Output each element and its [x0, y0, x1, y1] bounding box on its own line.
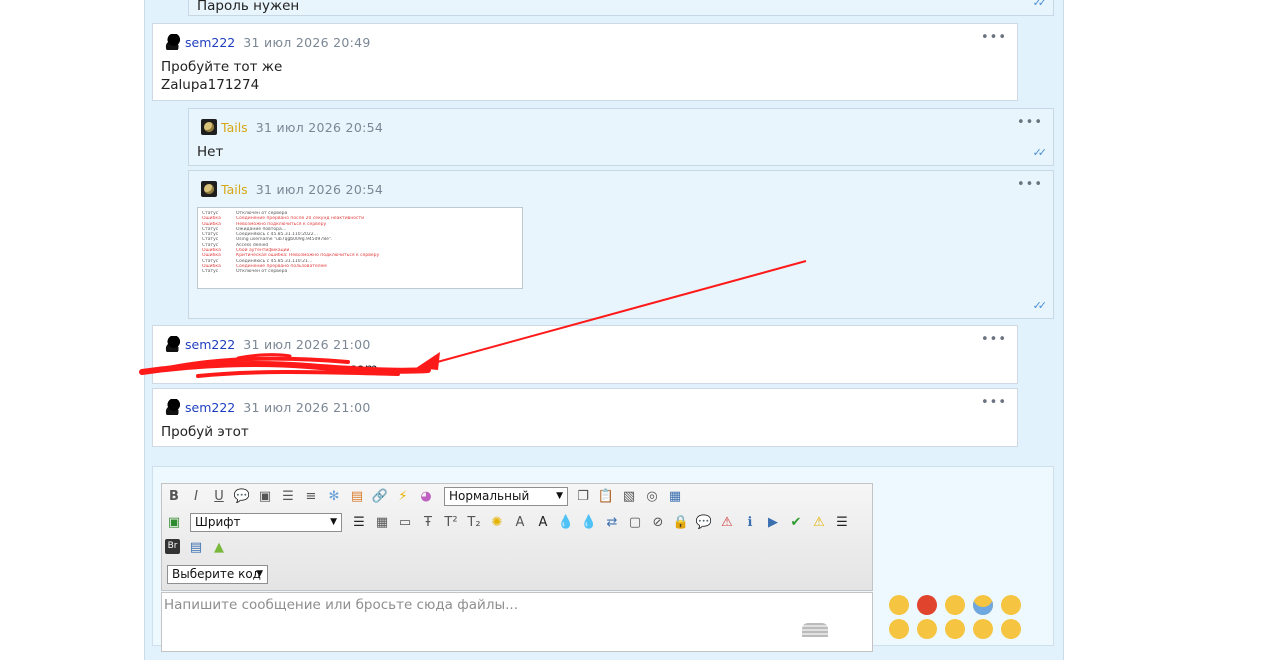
- swap-icon[interactable]: ⇄: [603, 514, 621, 532]
- br-button[interactable]: Br: [165, 539, 180, 554]
- glow-icon[interactable]: ✺: [488, 514, 506, 532]
- scared-emoji-icon[interactable]: [973, 595, 993, 615]
- sad-emoji-icon[interactable]: [945, 595, 965, 615]
- info-icon[interactable]: ℹ: [741, 514, 759, 532]
- alert-icon[interactable]: ⚠: [718, 514, 736, 532]
- smile-emoji-icon[interactable]: [917, 619, 937, 639]
- code-select-value: Выберите код: [172, 567, 261, 581]
- table-insert-icon[interactable]: ▦: [373, 514, 391, 532]
- font-size-icon[interactable]: A: [534, 514, 552, 532]
- align-center-icon[interactable]: ☰: [350, 514, 368, 532]
- warning-icon[interactable]: ⚠: [810, 514, 828, 532]
- copy-icon[interactable]: ❐: [574, 488, 592, 506]
- paste-icon[interactable]: 📋: [597, 488, 615, 506]
- message-editor: B I U 💬 ▣ ☰ ≡ ✻ ▤ 🔗 ⚡ ◕ Нормальный ▼ ❐ 📋 …: [152, 466, 1054, 652]
- user-card-icon[interactable]: ▤: [187, 539, 205, 557]
- wink-emoji-icon[interactable]: [945, 619, 965, 639]
- hidden-icon[interactable]: ⊘: [649, 514, 667, 532]
- code-icon[interactable]: ▣: [256, 488, 274, 506]
- spoiler-icon[interactable]: ✻: [325, 488, 343, 506]
- media-icon[interactable]: ▶: [764, 514, 782, 532]
- link-icon[interactable]: 🔗: [371, 488, 389, 506]
- bold-button[interactable]: B: [165, 488, 183, 506]
- superscript-icon[interactable]: T²: [442, 514, 460, 532]
- message-input[interactable]: Напишите сообщение или бросьте сюда файл…: [161, 592, 873, 652]
- format-select[interactable]: Нормальный ▼: [444, 487, 568, 506]
- terminal-icon[interactable]: ▣: [165, 514, 183, 532]
- bullet-list-icon[interactable]: ☰: [279, 488, 297, 506]
- indent-icon[interactable]: ☰: [833, 514, 851, 532]
- block-icon[interactable]: ▢: [626, 514, 644, 532]
- paste-text-icon[interactable]: ▧: [620, 488, 638, 506]
- drop-icon[interactable]: 💧: [557, 514, 575, 532]
- color-icon[interactable]: ◕: [417, 488, 435, 506]
- message-input-placeholder: Напишите сообщение или бросьте сюда файл…: [164, 597, 518, 613]
- hide-icon[interactable]: ◎: [643, 488, 661, 506]
- strikethrough-icon[interactable]: Ŧ: [419, 514, 437, 532]
- underline-button[interactable]: U: [210, 488, 228, 506]
- image-icon[interactable]: ▤: [348, 488, 366, 506]
- angry-emoji-icon[interactable]: [917, 595, 937, 615]
- android-icon[interactable]: ▲: [210, 539, 228, 557]
- check-icon[interactable]: ✔: [787, 514, 805, 532]
- thinking-emoji-icon[interactable]: [973, 619, 993, 639]
- numbered-list-icon[interactable]: ≡: [302, 488, 320, 506]
- quote-icon[interactable]: 💬: [233, 488, 251, 506]
- shadow-text-icon[interactable]: A: [511, 514, 529, 532]
- lock-icon[interactable]: 🔒: [672, 514, 690, 532]
- editor-toolbar: B I U 💬 ▣ ☰ ≡ ✻ ▤ 🔗 ⚡ ◕ Нормальный ▼ ❐ 📋 …: [161, 483, 873, 591]
- font-select-value: Шрифт: [195, 515, 241, 529]
- frown-emoji-icon[interactable]: [889, 619, 909, 639]
- format-select-value: Нормальный: [449, 489, 530, 503]
- wave-emoji-icon[interactable]: [889, 595, 909, 615]
- laugh-emoji-icon[interactable]: [1001, 619, 1021, 639]
- subscript-icon[interactable]: T₂: [465, 514, 483, 532]
- flash-icon[interactable]: ⚡: [394, 488, 412, 506]
- frame-icon[interactable]: ▭: [396, 514, 414, 532]
- table-icon[interactable]: ▦: [666, 488, 684, 506]
- ink-icon[interactable]: 💧: [580, 514, 598, 532]
- code-select[interactable]: Выберите код ▼: [167, 565, 268, 584]
- sleepy-emoji-icon[interactable]: [1001, 595, 1021, 615]
- italic-button[interactable]: I: [187, 488, 205, 506]
- comment-icon[interactable]: 💬: [695, 514, 713, 532]
- font-select[interactable]: Шрифт ▼: [190, 513, 342, 532]
